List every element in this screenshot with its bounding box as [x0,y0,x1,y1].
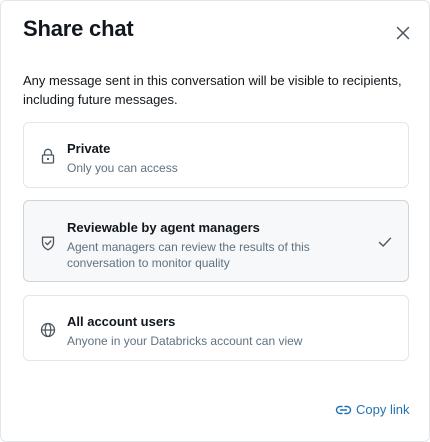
dialog-description: Any message sent in this conversation wi… [23,73,402,107]
option-text: Reviewable by agent managers Agent manag… [67,219,352,271]
option-text: All account users Anyone in your Databri… [67,313,352,349]
close-button[interactable] [391,21,415,45]
copy-link-button[interactable]: Copy link [335,402,409,417]
option-description: Agent managers can review the results of… [67,240,310,270]
shield-icon [40,235,56,251]
option-description: Only you can access [67,161,178,175]
share-option-private[interactable]: Private Only you can access [23,122,409,188]
lock-icon [40,148,56,164]
share-option-all-users[interactable]: All account users Anyone in your Databri… [23,295,409,361]
link-icon [335,405,352,414]
copy-link-label: Copy link [356,402,410,417]
share-option-reviewable[interactable]: Reviewable by agent managers Agent manag… [23,200,409,282]
globe-icon [40,322,56,338]
option-text: Private Only you can access [67,140,352,176]
checkmark-icon [377,234,393,250]
option-description: Anyone in your Databricks account can vi… [67,334,303,348]
option-label: Reviewable by agent managers [67,220,260,235]
option-label: All account users [67,314,176,329]
dialog-title: Share chat [23,16,134,41]
option-label: Private [67,141,111,156]
share-chat-dialog: Share chat Any message sent in this conv… [0,0,430,442]
close-icon [396,26,410,40]
